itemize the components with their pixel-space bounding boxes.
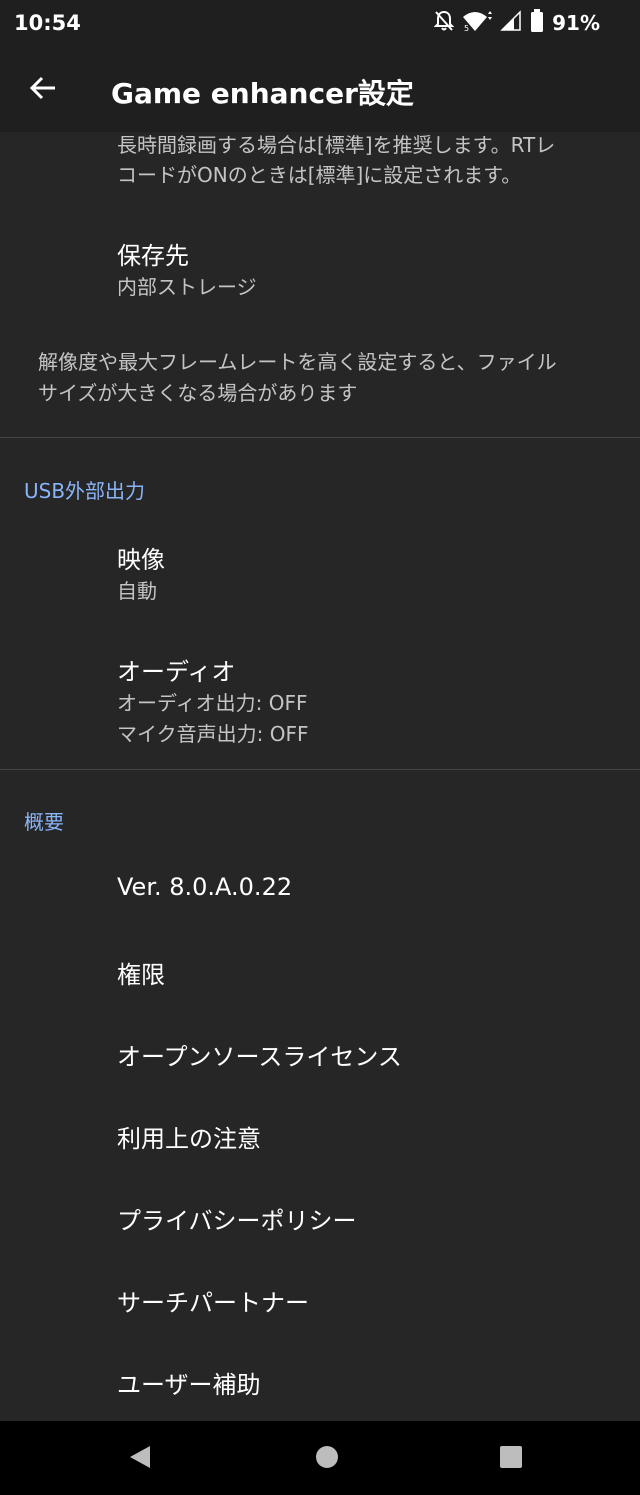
usb-audio-output-value: オーディオ出力: OFF [117, 691, 308, 715]
page-title: Game enhancer設定 [111, 77, 414, 110]
usb-audio-title: オーディオ [117, 658, 236, 686]
about-item-label: 利用上の注意 [117, 1125, 261, 1153]
signal-icon [500, 10, 522, 36]
navigation-bar [0, 1421, 640, 1495]
divider [0, 769, 640, 770]
usb-video-setting[interactable]: 映像 自動 [0, 524, 640, 619]
about-item-label: プライバシーポリシー [117, 1207, 357, 1235]
battery-percent: 91% [552, 11, 600, 35]
about-version-item[interactable]: Ver. 8.0.A.0.22 [0, 848, 640, 926]
usb-video-value: 自動 [117, 579, 157, 603]
section-header-usb-output: USB外部出力 [24, 479, 146, 503]
recording-note-line-1: 解像度や最大フレームレートを高く設定すると、ファイル [38, 350, 557, 374]
back-button[interactable] [18, 65, 68, 115]
section-header-about: 概要 [24, 810, 64, 834]
about-open-source-licenses-item[interactable]: オープンソースライセンス [0, 1012, 640, 1090]
app-bar: Game enhancer設定 [0, 48, 640, 132]
quality-description-line-1: 長時間録画する場合は[標準]を推奨します。RTレ [117, 133, 556, 157]
about-permissions-item[interactable]: 権限 [0, 930, 640, 1008]
about-item-label: サーチパートナー [117, 1289, 309, 1317]
arrow-left-icon [29, 76, 57, 104]
usb-video-title: 映像 [117, 546, 165, 574]
nav-home-button[interactable] [302, 1434, 352, 1484]
recording-note-line-2: サイズが大きくなる場合があります [38, 381, 358, 405]
usb-audio-setting[interactable]: オーディオ オーディオ出力: OFF マイク音声出力: OFF [0, 637, 640, 762]
bell-off-icon [433, 10, 455, 36]
svg-text:5: 5 [464, 24, 469, 32]
about-item-label: ユーザー補助 [117, 1371, 261, 1399]
about-search-partner-item[interactable]: サーチパートナー [0, 1258, 640, 1336]
nav-recents-button[interactable] [486, 1434, 536, 1484]
save-location-title: 保存先 [117, 242, 189, 270]
settings-list[interactable]: 長時間録画する場合は[標準]を推奨します。RTレ コードがONのときは[標準]に… [0, 132, 640, 1421]
usb-mic-output-value: マイク音声出力: OFF [117, 722, 309, 746]
about-accessibility-item[interactable]: ユーザー補助 [0, 1340, 640, 1418]
save-location-value: 内部ストレージ [117, 275, 257, 299]
about-terms-item[interactable]: 利用上の注意 [0, 1094, 640, 1172]
status-icons: 5 91% [433, 9, 600, 37]
about-item-label: Ver. 8.0.A.0.22 [117, 873, 293, 901]
status-bar: 10:54 5 91% [0, 0, 640, 48]
about-item-label: 権限 [117, 961, 165, 989]
status-time: 10:54 [14, 11, 81, 35]
divider [0, 437, 640, 438]
battery-icon [530, 9, 544, 37]
home-circle-icon [314, 1444, 340, 1474]
save-location-setting[interactable]: 保存先 内部ストレージ [0, 220, 640, 310]
back-triangle-icon [127, 1444, 153, 1474]
nav-back-button[interactable] [115, 1434, 165, 1484]
wifi-icon: 5 [462, 10, 493, 36]
about-privacy-policy-item[interactable]: プライバシーポリシー [0, 1176, 640, 1254]
about-item-label: オープンソースライセンス [117, 1043, 402, 1071]
recents-square-icon [498, 1444, 524, 1474]
quality-description-line-2: コードがONのときは[標準]に設定されます。 [117, 163, 522, 187]
